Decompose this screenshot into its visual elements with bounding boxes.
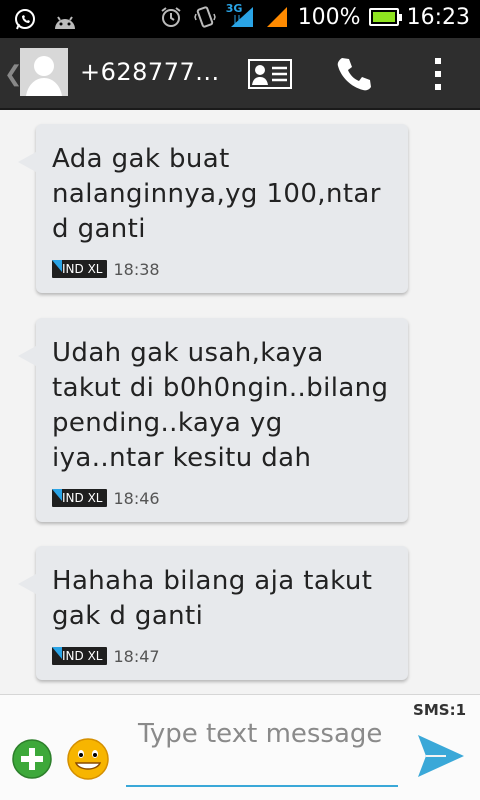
message-time: 18:38: [113, 259, 160, 279]
action-bar: ❮ +628777...: [0, 38, 480, 110]
message-time: 18:47: [113, 646, 160, 666]
message-input[interactable]: [126, 713, 398, 787]
android-icon: [52, 7, 78, 33]
battery-fill: [372, 12, 395, 22]
message-time: 18:46: [113, 488, 160, 508]
signal-icon: [264, 4, 290, 30]
clock: 16:23: [406, 4, 470, 30]
send-icon: [418, 735, 464, 777]
contact-card-button[interactable]: [246, 50, 294, 98]
message-meta: IND XL 18:46: [52, 486, 392, 510]
battery-icon: [368, 8, 402, 26]
network-type-label: 3G: [225, 2, 243, 15]
send-button[interactable]: [416, 733, 466, 779]
message-bubble[interactable]: Udah gak usah,kaya takut di b0h0ngin..bi…: [18, 318, 408, 522]
contact-card-icon: [248, 59, 292, 89]
sim-badge: IND XL: [52, 489, 108, 507]
message-bubble[interactable]: Ada gak buat nalanginnya,yg 100,ntar d g…: [18, 124, 408, 293]
message-meta: IND XL 18:38: [52, 257, 392, 281]
overflow-menu-button[interactable]: [414, 50, 462, 98]
battery-percent: 100%: [297, 4, 361, 30]
conversation-list[interactable]: Ada gak buat nalanginnya,yg 100,ntar d g…: [0, 110, 480, 694]
attach-button[interactable]: [12, 739, 52, 779]
signal-3g-icon: 3G: [225, 2, 256, 30]
system-icons: 3G 100% 16:23: [158, 2, 470, 30]
alarm-icon: [158, 4, 184, 30]
sim-badge: IND XL: [52, 260, 108, 278]
add-icon: [12, 739, 52, 779]
vibrate-icon: [192, 4, 218, 30]
whatsapp-icon: [12, 7, 38, 33]
sim-badge: IND XL: [52, 647, 108, 665]
phone-icon: [337, 58, 371, 91]
message-bubble[interactable]: Hahaha bilang aja takut gak d ganti IND …: [18, 546, 408, 680]
message-text: Hahaha bilang aja takut gak d ganti: [52, 566, 373, 631]
overflow-menu-icon: [435, 58, 441, 90]
contact-avatar[interactable]: [20, 48, 68, 96]
contact-name[interactable]: +628777...: [80, 58, 220, 86]
message-text: Ada gak buat nalanginnya,yg 100,ntar d g…: [52, 144, 381, 244]
status-bar: 3G 100% 16:23: [0, 0, 480, 38]
notification-icons: [12, 7, 78, 33]
message-text: Udah gak usah,kaya takut di b0h0ngin..bi…: [52, 338, 389, 473]
smiley-icon: [67, 738, 109, 780]
message-meta: IND XL 18:47: [52, 644, 392, 668]
emoji-button[interactable]: [66, 737, 110, 781]
compose-bar: SMS:1: [0, 694, 480, 800]
call-button[interactable]: [330, 50, 378, 98]
sms-counter: SMS:1: [413, 701, 466, 719]
